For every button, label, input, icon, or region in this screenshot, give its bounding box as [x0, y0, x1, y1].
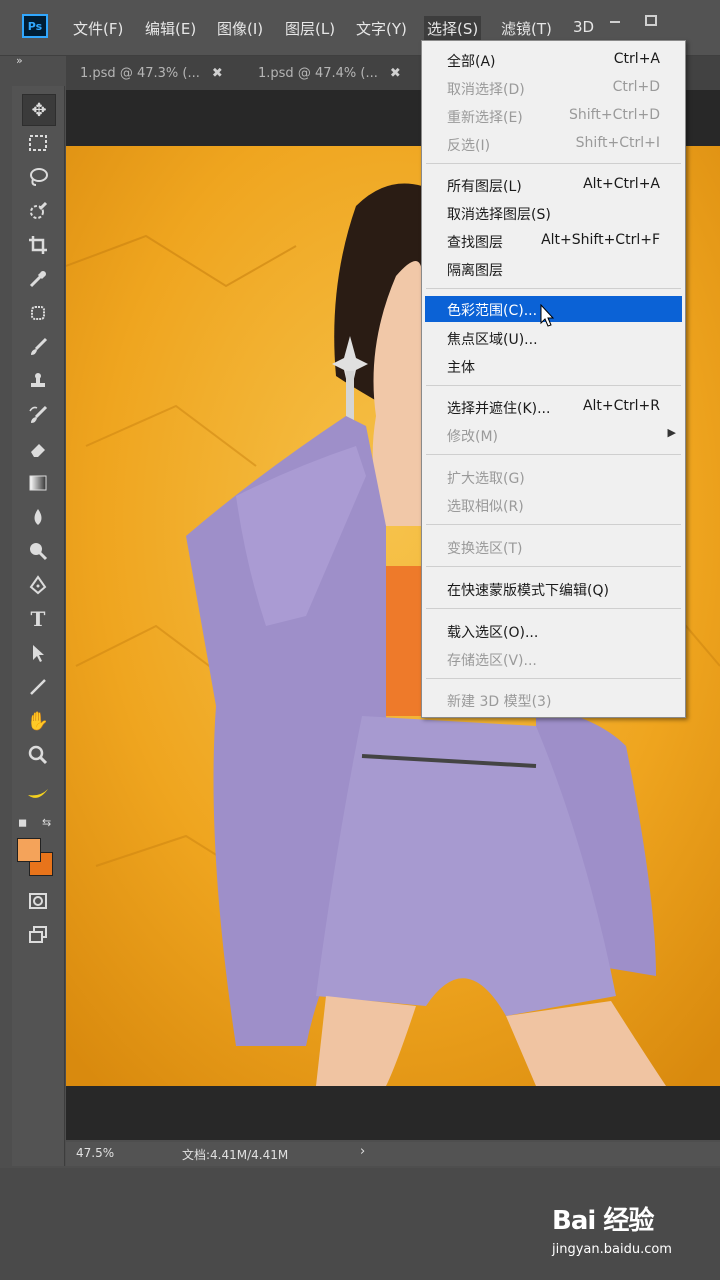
menu-item-save-selection[interactable]: 存储选区(V)... — [425, 646, 682, 672]
move-tool-icon[interactable]: ✥ — [22, 94, 56, 126]
menu-item-deselect[interactable]: 取消选择(D) Ctrl+D — [425, 75, 682, 101]
menu-item-transform-selection[interactable]: 变换选区(T) — [425, 534, 682, 560]
status-bar: 47.5% 文档:4.41M/4.41M › — [66, 1142, 720, 1166]
document-size: 文档:4.41M/4.41M — [182, 1148, 289, 1162]
menu-item-color-range[interactable]: 色彩范围(C)... — [425, 296, 682, 327]
pen-tool-icon[interactable] — [22, 570, 54, 600]
menu-image[interactable]: 图像(I) — [214, 16, 266, 41]
collapse-panel-icon[interactable]: » — [16, 54, 23, 67]
menu-edit[interactable]: 编辑(E) — [142, 16, 199, 41]
tab-label: 1.psd @ 47.3% (... — [80, 65, 200, 81]
quick-mask-icon[interactable] — [22, 886, 54, 916]
swap-colors-icon[interactable]: ⇆ — [42, 816, 51, 829]
menu-layer[interactable]: 图层(L) — [282, 16, 338, 41]
menu-3d[interactable]: 3D — [570, 16, 597, 38]
select-menu-dropdown: 全部(A) Ctrl+A 取消选择(D) Ctrl+D 重新选择(E) Shift+C… — [421, 40, 686, 718]
menu-item-select-and-mask[interactable]: 选择并遮住(K)... Alt+Ctrl+R — [425, 394, 682, 420]
zoom-level[interactable]: 47.5% — [76, 1146, 114, 1160]
menu-item-quick-mask[interactable]: 在快速蒙版模式下编辑(Q) — [425, 576, 682, 602]
menu-item-subject[interactable]: 主体 — [425, 353, 682, 379]
watermark-url: jingyan.baidu.com — [552, 1242, 672, 1257]
screen-mode-icon[interactable] — [22, 920, 54, 950]
maximize-icon[interactable] — [638, 10, 664, 32]
menu-item-deselect-layers[interactable]: 取消选择图层(S) — [425, 200, 682, 226]
menu-separator — [426, 163, 681, 164]
eraser-tool-icon[interactable] — [22, 434, 54, 464]
menu-item-select-all[interactable]: 全部(A) Ctrl+A — [425, 47, 682, 73]
photoshop-logo-icon: Ps — [22, 14, 48, 38]
menu-separator — [426, 385, 681, 386]
menu-item-modify[interactable]: 修改(M) ▶ — [425, 422, 682, 448]
menu-separator — [426, 288, 681, 289]
brush-tool-icon[interactable] — [22, 332, 54, 362]
menu-item-focus-area[interactable]: 焦点区域(U)... — [425, 325, 682, 351]
menu-item-inverse[interactable]: 反选(I) Shift+Ctrl+I — [425, 131, 682, 157]
menu-item-new-3d-model[interactable]: 新建 3D 模型(3) — [425, 687, 682, 713]
marquee-tool-icon[interactable] — [22, 128, 54, 158]
menu-item-all-layers[interactable]: 所有图层(L) Alt+Ctrl+A — [425, 172, 682, 198]
lasso-tool-icon[interactable] — [22, 162, 54, 192]
gradient-tool-icon[interactable] — [22, 468, 54, 498]
status-menu-arrow-icon[interactable]: › — [360, 1144, 365, 1159]
tools-panel: ✥ T ✋ ◼ ⇆ — [12, 86, 65, 1166]
eyedropper-tool-icon[interactable] — [22, 264, 54, 294]
blur-tool-icon[interactable] — [22, 502, 54, 532]
type-tool-icon[interactable]: T — [22, 604, 54, 634]
baidu-jingyan-watermark: Bai 经验 jingyan.baidu.com — [552, 1198, 712, 1268]
menu-item-load-selection[interactable]: 载入选区(O)... — [425, 618, 682, 644]
menu-separator — [426, 608, 681, 609]
menu-separator — [426, 566, 681, 567]
menu-item-similar[interactable]: 选取相似(R) — [425, 492, 682, 518]
foreground-color-swatch[interactable] — [17, 838, 41, 862]
tab-label: 1.psd @ 47.4% (... — [258, 65, 378, 81]
menu-item-find-layers[interactable]: 查找图层 Alt+Shift+Ctrl+F — [425, 228, 682, 254]
menu-separator — [426, 678, 681, 679]
menu-separator — [426, 524, 681, 525]
menu-filter[interactable]: 滤镜(T) — [498, 16, 555, 41]
line-tool-icon[interactable] — [22, 672, 54, 702]
quick-selection-tool-icon[interactable] — [22, 196, 54, 226]
document-tab[interactable]: 1.psd @ 47.3% (... ✖ — [66, 56, 237, 90]
close-icon[interactable]: ✖ — [390, 66, 401, 81]
menu-item-grow[interactable]: 扩大选取(G) — [425, 464, 682, 490]
watermark-title: Bai 经验 — [552, 1206, 654, 1236]
document-tab[interactable]: 1.psd @ 47.4% (... ✖ — [244, 56, 415, 90]
default-colors-icon[interactable]: ◼ — [18, 816, 27, 829]
menu-select[interactable]: 选择(S) — [424, 16, 482, 41]
healing-tool-icon[interactable] — [22, 298, 54, 328]
stamp-tool-icon[interactable] — [22, 366, 54, 396]
menu-separator — [426, 454, 681, 455]
hand-tool-icon[interactable]: ✋ — [22, 706, 54, 736]
dodge-tool-icon[interactable] — [22, 536, 54, 566]
banana-icon[interactable] — [22, 778, 54, 808]
close-icon[interactable]: ✖ — [212, 66, 223, 81]
minimize-icon[interactable] — [602, 10, 628, 32]
crop-tool-icon[interactable] — [22, 230, 54, 260]
zoom-tool-icon[interactable] — [22, 740, 54, 770]
submenu-arrow-icon: ▶ — [667, 426, 676, 439]
path-selection-tool-icon[interactable] — [22, 638, 54, 668]
menu-item-isolate-layers[interactable]: 隔离图层 — [425, 256, 682, 282]
history-brush-tool-icon[interactable] — [22, 400, 54, 430]
menu-file[interactable]: 文件(F) — [70, 16, 126, 41]
menu-type[interactable]: 文字(Y) — [353, 16, 410, 41]
menu-item-reselect[interactable]: 重新选择(E) Shift+Ctrl+D — [425, 103, 682, 129]
